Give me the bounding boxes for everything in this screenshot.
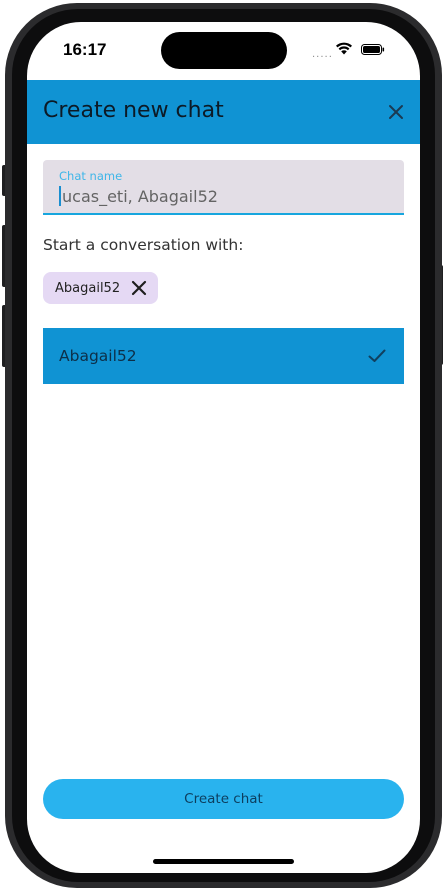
app-header: Create new chat [27, 80, 420, 144]
close-button[interactable] [380, 96, 412, 128]
wifi-icon [336, 42, 352, 55]
cellular-signal-icon: ..... [312, 49, 333, 60]
home-indicator[interactable] [153, 859, 294, 864]
create-chat-button[interactable]: Create chat [43, 779, 404, 819]
close-icon [132, 280, 147, 296]
check-icon [368, 349, 386, 362]
screen: 16:17 ..... Create new chat Chat name uc… [27, 22, 420, 873]
status-time: 16:17 [63, 40, 107, 59]
status-bar: 16:17 ..... [27, 22, 420, 80]
create-chat-label: Create chat [184, 791, 263, 807]
user-list-item-label: Abagail52 [59, 347, 137, 365]
text-cursor [59, 186, 61, 206]
page-title: Create new chat [43, 98, 224, 123]
chip-remove-button[interactable] [130, 279, 148, 297]
selected-user-chip[interactable]: Abagail52 [43, 272, 159, 304]
chat-name-value: ucas_eti, Abagail52 [62, 187, 218, 206]
close-icon [389, 105, 403, 119]
start-conversation-label: Start a conversation with: [43, 236, 244, 254]
device-frame: 16:17 ..... Create new chat Chat name uc… [0, 0, 447, 891]
battery-icon [361, 44, 385, 55]
chat-name-field[interactable]: Chat name ucas_eti, Abagail52 [43, 160, 404, 215]
dynamic-island [161, 32, 287, 69]
user-list-item[interactable]: Abagail52 [43, 328, 404, 384]
chat-name-label: Chat name [59, 169, 123, 183]
chip-label: Abagail52 [55, 280, 121, 296]
